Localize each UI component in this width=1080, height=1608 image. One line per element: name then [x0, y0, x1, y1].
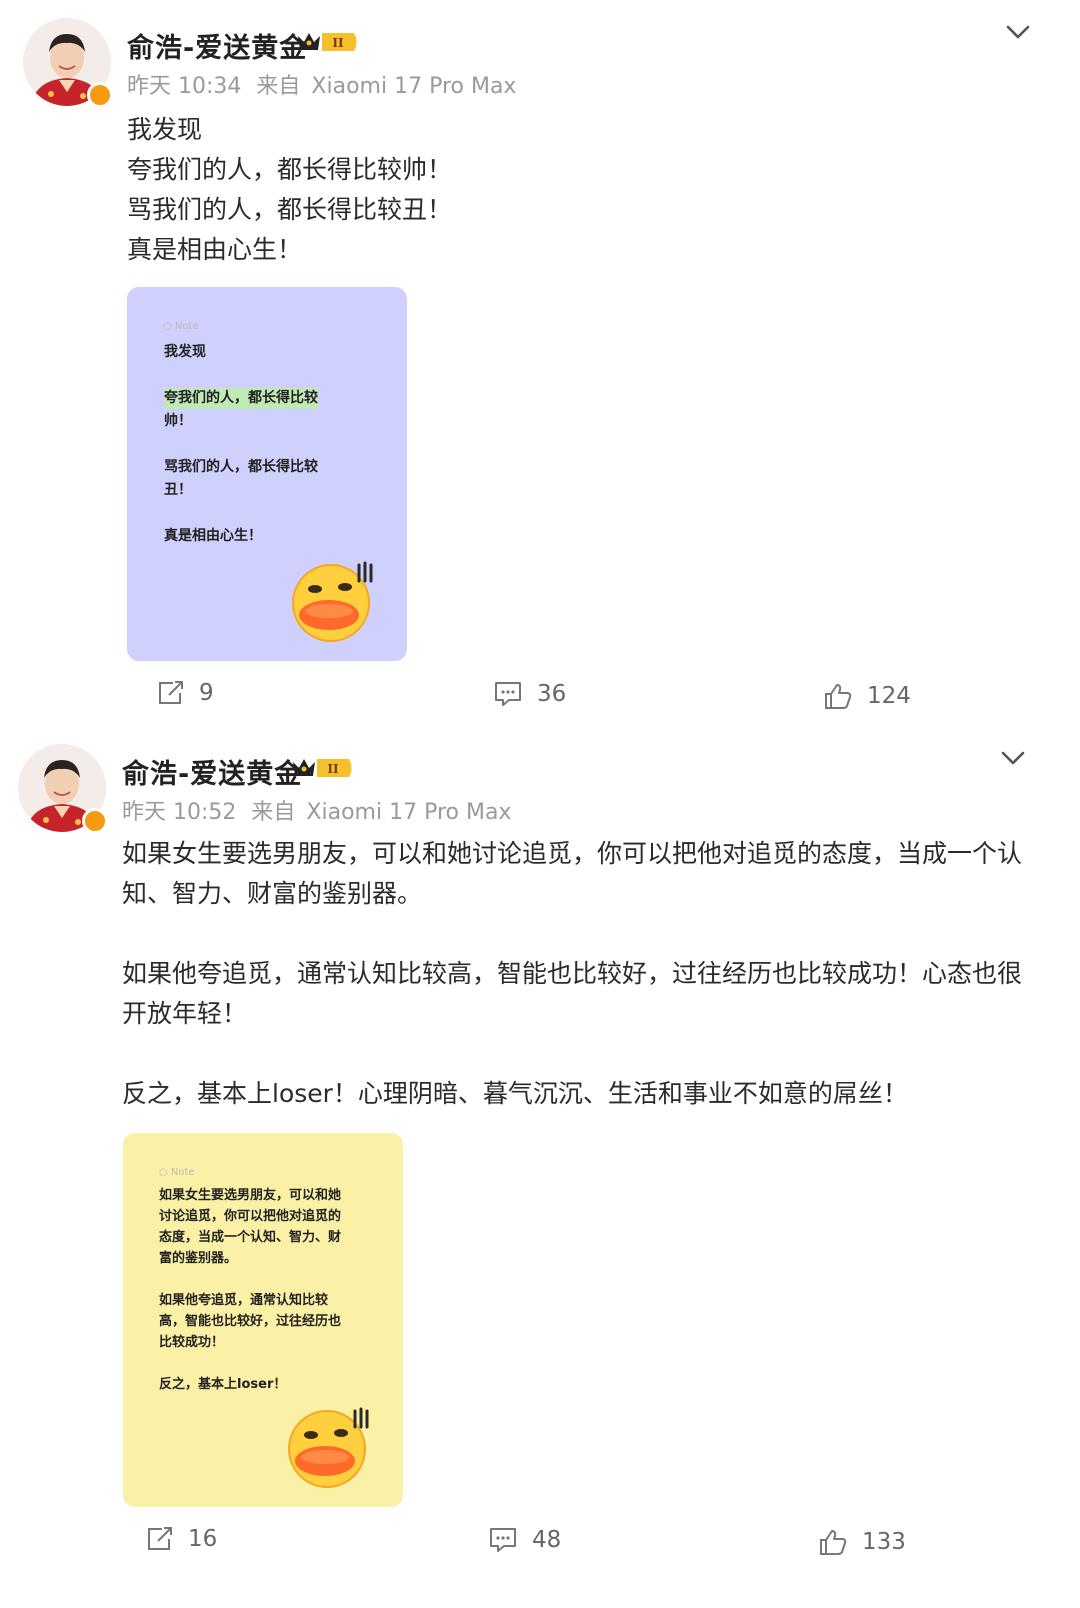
device-name: Xiaomi 17 Pro Max: [311, 74, 517, 99]
comment-icon: [495, 682, 521, 706]
text-line: 夸我们的人，都长得比较帅！: [127, 155, 453, 184]
card-line: 比较成功！: [159, 1335, 225, 1350]
weibo-post: 俞浩-爱送黄金 II 昨天 10:52 来自 Xiaomi 17 Pro Max…: [0, 730, 1080, 1608]
post-meta: 昨天 10:34 来自 Xiaomi 17 Pro Max: [127, 68, 516, 100]
card-line: 我发现: [164, 344, 206, 360]
post-text: 如果女生要选男朋友，可以和她讨论追觅，你可以把他对追觅的态度，当成一个认 知、智…: [122, 834, 1022, 1114]
source-prefix: 来自: [251, 800, 296, 825]
crown-level-icon: II: [298, 33, 357, 51]
chevron-down-icon[interactable]: [1004, 22, 1032, 42]
comment-button[interactable]: 36: [493, 680, 566, 708]
repost-icon: [148, 1527, 172, 1550]
text-line: 真是相由心生！: [127, 235, 303, 264]
comment-icon: [490, 1528, 516, 1552]
like-button[interactable]: 133: [818, 1528, 906, 1556]
text-line: 开放年轻！: [122, 999, 248, 1028]
weibo-post: 俞浩-爱送黄金 II 昨天 10:34 来自 Xiaomi 17 Pro Max…: [0, 0, 1080, 730]
card-line: 帅！: [164, 413, 192, 429]
verified-badge-icon: [82, 808, 108, 834]
device-name: Xiaomi 17 Pro Max: [306, 800, 512, 825]
duck-emoji-icon: [292, 561, 373, 642]
source-prefix: 来自: [256, 74, 301, 99]
card-line: 真是相由心生！: [164, 528, 262, 544]
card-line: 态度，当成一个认知、智力、财: [159, 1230, 342, 1245]
post-meta: 昨天 10:52 来自 Xiaomi 17 Pro Max: [122, 794, 511, 826]
card-line: 高，智能也比较好，过往经历也: [159, 1314, 342, 1329]
note-label: ○ Note: [163, 321, 199, 332]
author-name[interactable]: 俞浩-爱送黄金: [122, 752, 302, 791]
verified-badge-icon: [87, 82, 113, 108]
text-line: 如果他夸追觅，通常认知比较高，智能也比较好，过往经历也比较成功！心态也很: [122, 959, 1023, 988]
chevron-down-icon[interactable]: [999, 748, 1027, 768]
duck-emoji-icon: [288, 1407, 369, 1488]
comment-button[interactable]: 48: [488, 1526, 561, 1554]
post-time[interactable]: 昨天 10:34: [127, 74, 241, 99]
repost-count: 9: [199, 680, 214, 706]
card-line: 反之，基本上loser！: [159, 1377, 287, 1392]
comment-count: 36: [537, 681, 567, 707]
card-line: 丑！: [164, 482, 192, 498]
like-button[interactable]: 124: [823, 682, 911, 710]
thumbs-up-icon: [820, 1530, 847, 1555]
post-time[interactable]: 昨天 10:52: [122, 800, 236, 825]
text-line: 如果女生要选男朋友，可以和她讨论追觅，你可以把他对追觅的态度，当成一个认: [122, 839, 1023, 868]
card-line: 如果他夸追觅，通常认知比较: [159, 1293, 329, 1308]
thumbs-up-icon: [825, 684, 852, 709]
like-count: 133: [862, 1529, 906, 1555]
crown-level-icon: II: [293, 759, 352, 777]
note-label: ○ Note: [159, 1167, 195, 1178]
card-line: 骂我们的人，都长得比较: [164, 459, 318, 475]
card-line: 讨论追觅，你可以把他对追觅的: [159, 1209, 342, 1224]
level-badge: II: [327, 762, 339, 776]
text-line: 反之，基本上loser！心理阴暗、暮气沉沉、生活和事业不如意的屌丝！: [122, 1079, 908, 1108]
repost-count: 16: [188, 1526, 218, 1552]
like-count: 124: [867, 683, 911, 709]
comment-count: 48: [532, 1527, 562, 1553]
text-line: 我发现: [127, 115, 203, 144]
avatar[interactable]: [23, 18, 113, 108]
text-line: 骂我们的人，都长得比较丑！: [127, 195, 453, 224]
post-text: 我发现 夸我们的人，都长得比较帅！ 骂我们的人，都长得比较丑！ 真是相由心生！: [127, 110, 452, 270]
text-line: [122, 1034, 1022, 1074]
repost-button[interactable]: 16: [146, 1526, 217, 1552]
card-line: 夸我们的人，都长得比较: [164, 388, 318, 409]
text-line: [122, 914, 1022, 954]
card-line: 富的鉴别器。: [159, 1251, 238, 1266]
text-line: 知、智力、财富的鉴别器。: [122, 879, 423, 908]
author-name[interactable]: 俞浩-爱送黄金: [127, 26, 307, 65]
avatar[interactable]: [18, 744, 108, 834]
level-badge: II: [332, 36, 344, 50]
repost-icon: [159, 681, 183, 704]
card-line: 如果女生要选男朋友，可以和她: [159, 1188, 342, 1203]
repost-button[interactable]: 9: [157, 680, 214, 706]
post-image-card[interactable]: ○ Note 我发现 夸我们的人，都长得比较 帅！ 骂我们的人，都长得比较 丑！…: [127, 287, 407, 661]
post-image-card[interactable]: ○ Note 如果女生要选男朋友，可以和她 讨论追觅，你可以把他对追觅的 态度，…: [123, 1133, 403, 1507]
